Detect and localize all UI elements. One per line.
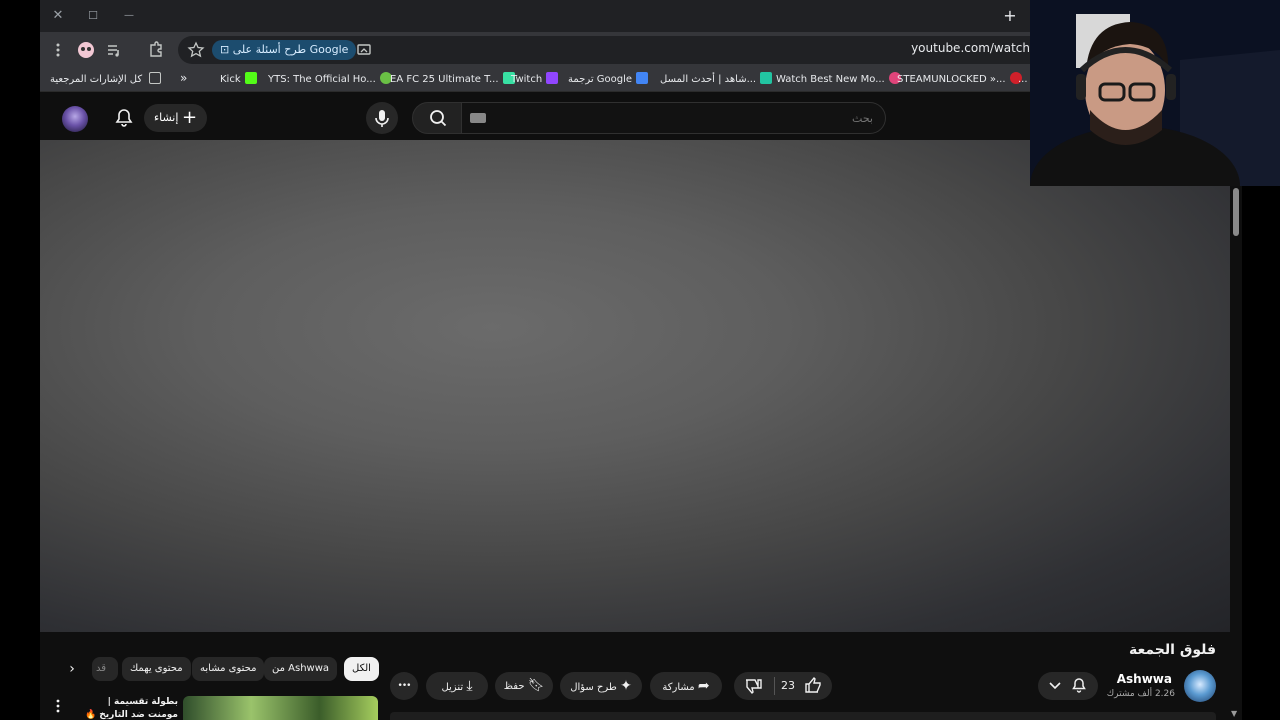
keyboard-icon[interactable]	[470, 113, 486, 123]
bookmark-label: شاهد | أحدث المسل...	[660, 74, 757, 85]
shahid-icon	[760, 72, 773, 84]
account-avatar[interactable]	[62, 106, 88, 132]
recommendation-menu-icon[interactable]	[52, 696, 64, 716]
webcam-overlay	[1030, 0, 1280, 186]
new-tab-button[interactable]: +	[1000, 6, 1020, 26]
youtube-header: إنشاء +	[40, 96, 1030, 140]
bookmark-yts[interactable]: YTS: The Official Ho...	[268, 72, 392, 88]
bookmark-label: ترجمة Google	[568, 74, 633, 85]
ask-label: طرح سؤال	[570, 682, 617, 693]
bookmark-shahid[interactable]: شاهد | أحدث المسل...	[660, 72, 773, 88]
bookmark-twitch[interactable]: Twitch	[511, 72, 559, 88]
all-bookmarks[interactable]: كل الإشارات المرجعية	[50, 72, 162, 88]
share-icon: ➦	[697, 678, 710, 694]
like-dislike-group: 23	[734, 672, 832, 700]
close-window-icon[interactable]: ✕	[48, 6, 68, 26]
video-info: فلوق الجمعة Ashwwa 2.26 ألف مشترك 23 مشا…	[40, 632, 1230, 720]
plus-icon: +	[181, 107, 198, 128]
cast-icon[interactable]	[354, 40, 374, 60]
page-scrollbar[interactable]: ▼	[1230, 140, 1242, 720]
twitch-icon	[546, 72, 559, 84]
like-button[interactable]: 23	[775, 672, 832, 700]
chips-next-arrow-icon[interactable]: ›	[60, 657, 84, 681]
bookmark-label: Kick	[220, 74, 241, 85]
dislike-button[interactable]	[734, 672, 774, 700]
recommendation-title[interactable]: بطولة تقسيمة | مومنت ضد التاريخ 🔥 أدوس ا…	[78, 696, 178, 720]
video-title: فلوق الجمعة	[1129, 642, 1216, 658]
bookmark-icon: 🔖︎	[527, 678, 545, 693]
bookmark-steamunlocked[interactable]: STEAMUNLOCKED »...	[897, 72, 1022, 88]
create-label: إنشاء	[153, 111, 179, 124]
bookmark-kick[interactable]: Kick	[220, 72, 257, 88]
ask-google-label: طرح أسئلة على Google	[232, 43, 349, 56]
thumbs-up-icon	[805, 676, 821, 693]
create-button[interactable]: إنشاء +	[144, 104, 207, 132]
playlist-icon[interactable]	[104, 40, 124, 60]
scrollbar-thumb[interactable]	[1233, 188, 1239, 236]
search-button[interactable]	[412, 102, 462, 134]
channel-name[interactable]: Ashwwa	[1117, 672, 1172, 686]
download-icon: ⤓	[466, 678, 473, 694]
url-text[interactable]: youtube.com/watch	[911, 41, 1030, 55]
bookmark-label: Twitch	[511, 74, 543, 85]
share-button[interactable]: مشاركة ➦	[650, 672, 722, 700]
bookmark-more[interactable]: ...	[1018, 72, 1028, 88]
bookmark-watch-best[interactable]: Watch Best New Mo...	[776, 72, 901, 88]
save-label: حفظ	[503, 681, 525, 692]
extensions-icon[interactable]	[146, 40, 166, 60]
chip-truncated[interactable]: قد	[92, 657, 118, 681]
microphone-icon	[375, 110, 389, 127]
share-label: مشاركة	[662, 682, 695, 693]
chip-interest[interactable]: محتوى يهمك	[122, 657, 191, 681]
description-box[interactable]	[390, 712, 1216, 720]
lens-icon: ⊡	[220, 43, 233, 56]
maximize-window-icon[interactable]: ☐	[83, 6, 103, 26]
browser-toolbar: ⊡ طرح أسئلة على Google youtube.com/watch	[40, 32, 1030, 68]
thumbs-down-icon	[746, 679, 762, 695]
notifications-bell-icon[interactable]	[112, 106, 136, 130]
bookmarks-overflow-icon[interactable]: »	[180, 70, 187, 86]
bookmark-eafc[interactable]: EA FC 25 Ultimate T...	[390, 72, 515, 88]
search-icon	[430, 110, 447, 127]
ask-google-chip[interactable]: ⊡ طرح أسئلة على Google	[212, 40, 357, 60]
kick-icon	[244, 72, 257, 84]
kebab-menu-icon[interactable]	[48, 40, 68, 60]
download-button[interactable]: تنزيل ⤓	[426, 672, 488, 700]
bookmark-label: EA FC 25 Ultimate T...	[390, 74, 499, 85]
all-bookmarks-label: كل الإشارات المرجعية	[50, 74, 143, 85]
bookmark-label: STEAMUNLOCKED »...	[897, 74, 1006, 85]
bell-chevron-icon	[1049, 678, 1086, 693]
ask-button[interactable]: طرح سؤال ✦	[560, 672, 642, 700]
bookmark-label: Watch Best New Mo...	[776, 74, 885, 85]
minimize-window-icon[interactable]: —	[119, 6, 139, 26]
subscriber-count: 2.26 ألف مشترك	[1106, 689, 1175, 699]
save-button[interactable]: حفظ 🔖︎	[495, 672, 553, 700]
chip-all[interactable]: الكل	[344, 657, 379, 681]
title-bar: ✕ ☐ — +	[40, 0, 1030, 32]
streamer-webcam-image	[1030, 0, 1280, 186]
video-player[interactable]	[40, 140, 1230, 632]
scroll-down-arrow-icon[interactable]: ▼	[1231, 709, 1237, 718]
bookmark-google-translate[interactable]: ترجمة Google	[568, 72, 649, 88]
recommendation-thumbnail[interactable]	[183, 696, 378, 720]
folder-icon	[149, 72, 162, 84]
chip-similar[interactable]: محتوى مشابه	[192, 657, 265, 681]
omnibox[interactable]: ⊡ طرح أسئلة على Google youtube.com/watch	[178, 36, 1030, 64]
voice-search-button[interactable]	[366, 102, 398, 134]
profile-icon[interactable]	[76, 40, 96, 60]
search-input[interactable]	[462, 102, 886, 134]
subscribed-notifications-button[interactable]	[1038, 672, 1098, 700]
like-count: 23	[781, 679, 795, 692]
download-label: تنزيل	[441, 682, 464, 693]
translate-icon	[636, 72, 649, 84]
chip-from-channel[interactable]: من Ashwwa	[264, 657, 338, 681]
more-actions-button[interactable]: •••	[390, 672, 418, 700]
channel-avatar[interactable]	[1184, 670, 1216, 702]
bookmark-label: YTS: The Official Ho...	[268, 74, 376, 85]
star-bookmark-icon[interactable]	[186, 40, 206, 60]
bookmarks-bar: كل الإشارات المرجعية » Kick YTS: The Off…	[40, 68, 1030, 92]
sparkle-icon: ✦	[620, 678, 632, 694]
